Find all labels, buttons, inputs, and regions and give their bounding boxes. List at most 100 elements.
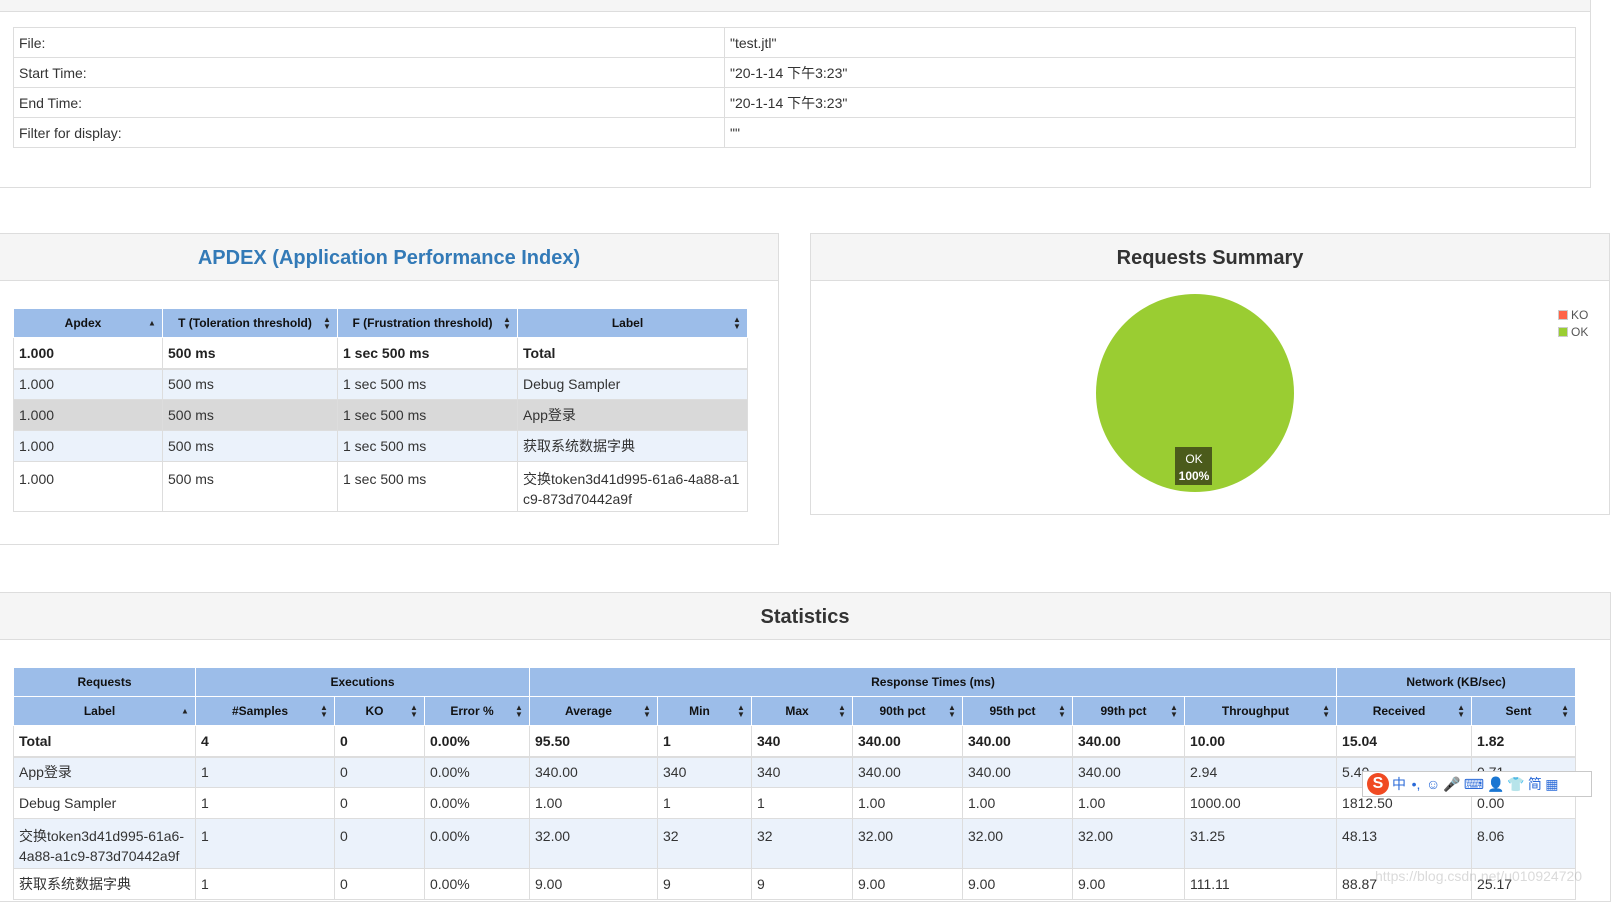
- legend-swatch-ok: [1558, 326, 1568, 337]
- requests-summary-title: Requests Summary: [811, 234, 1609, 281]
- apdex-title[interactable]: APDEX (Application Performance Index): [0, 234, 778, 281]
- stats-cell: 0: [334, 868, 425, 900]
- sort-both-icon: ▲ ▼: [948, 703, 956, 719]
- ime-menu-icon[interactable]: ▦: [1545, 776, 1559, 793]
- apdex-column-header[interactable]: Apdex ▲: [13, 308, 163, 338]
- ime-microphone-icon[interactable]: 🎤: [1443, 776, 1460, 793]
- stats-column-header-95th[interactable]: 95th pct ▲ ▼: [962, 696, 1073, 726]
- apdex-cell: 500 ms: [162, 430, 338, 462]
- statistics-title: Statistics: [0, 593, 1610, 640]
- ime-toolbar[interactable]: S 中 •, ☺ 🎤 ⌨ 👤 👕 简 ▦: [1362, 771, 1592, 797]
- frustration-column-header[interactable]: F (Frustration threshold) ▲ ▼: [337, 308, 518, 338]
- apdex-cell: 500 ms: [162, 368, 338, 400]
- sort-both-icon: ▲ ▼: [1170, 703, 1178, 719]
- statistics-body: Total 4 0 0.00% 95.50 1 340 340.00 340.0…: [13, 725, 1577, 900]
- stats-column-header-average[interactable]: Average ▲ ▼: [529, 696, 658, 726]
- table-row[interactable]: 1.000 500 ms 1 sec 500 ms 交换token3d41d99…: [13, 461, 748, 512]
- ime-punctuation-icon[interactable]: •,: [1409, 776, 1423, 792]
- stats-column-header-max[interactable]: Max ▲ ▼: [751, 696, 853, 726]
- info-label: File:: [13, 27, 725, 58]
- stats-cell: 9.00: [1072, 868, 1185, 900]
- ime-skin-icon[interactable]: 👕: [1507, 776, 1524, 793]
- stats-column-header-label[interactable]: Label ▲: [13, 696, 196, 726]
- info-value: "test.jtl": [724, 27, 1576, 58]
- stats-header-row: Label ▲ #Samples ▲ ▼ KO ▲ ▼ Error % ▲ ▼ Average…: [13, 696, 1577, 726]
- info-row-file: File: "test.jtl": [13, 27, 1576, 58]
- stats-cell: 1.00: [1072, 787, 1185, 819]
- stats-cell: 340: [751, 725, 853, 758]
- apdex-cell: 1.000: [13, 461, 163, 512]
- info-panel-heading: [0, 0, 1590, 12]
- sort-asc-icon: ▲: [181, 706, 189, 716]
- stats-column-header-90th[interactable]: 90th pct ▲ ▼: [852, 696, 963, 726]
- sogou-logo-icon[interactable]: S: [1367, 773, 1389, 795]
- stats-cell: 1: [195, 868, 335, 900]
- legend-label: OK: [1571, 324, 1589, 339]
- stats-cell: 111.11: [1183, 868, 1338, 900]
- stats-cell: 340.00: [529, 756, 658, 788]
- stats-column-header-sent[interactable]: Sent ▲ ▼: [1471, 696, 1577, 726]
- stats-column-header-min[interactable]: Min ▲ ▼: [657, 696, 752, 726]
- stats-column-header-99th[interactable]: 99th pct ▲ ▼: [1072, 696, 1185, 726]
- stats-cell: 32.00: [962, 818, 1073, 869]
- apdex-header-row: Apdex ▲ T (Toleration threshold) ▲ ▼ F (Fru…: [13, 308, 748, 338]
- stats-cell: 9.00: [962, 868, 1073, 900]
- ime-keyboard-icon[interactable]: ⌨: [1464, 776, 1484, 793]
- stats-cell: 1.00: [529, 787, 658, 819]
- stats-cell: 0.00%: [424, 818, 530, 869]
- stats-cell: 9: [751, 868, 853, 900]
- tolerance-column-header[interactable]: T (Toleration threshold) ▲ ▼: [162, 308, 338, 338]
- stats-cell: 9.00: [852, 868, 963, 900]
- ime-emoji-icon[interactable]: ☺: [1426, 776, 1440, 792]
- pie-label-percent: 100%: [1179, 469, 1210, 483]
- stats-cell: 9.00: [529, 868, 658, 900]
- ime-chinese-mode-button[interactable]: 中: [1392, 774, 1406, 794]
- stats-cell: 1.00: [962, 787, 1073, 819]
- stats-column-header-received[interactable]: Received ▲ ▼: [1336, 696, 1473, 726]
- stats-cell: 1: [657, 787, 752, 819]
- stats-cell: 340.00: [852, 725, 963, 758]
- stats-cell: 1.82: [1471, 725, 1577, 758]
- table-row[interactable]: 1.000 500 ms 1 sec 500 ms 获取系统数据字典: [13, 430, 748, 462]
- sort-both-icon: ▲ ▼: [1322, 703, 1330, 719]
- stats-column-header-error[interactable]: Error % ▲ ▼: [424, 696, 530, 726]
- pie-legend: KO OK: [1558, 306, 1588, 340]
- ime-user-icon[interactable]: 👤: [1487, 776, 1504, 793]
- ime-simplified-button[interactable]: 简: [1528, 774, 1542, 794]
- table-row[interactable]: 交换token3d41d995-61a6-4a88-a1c9-873d70442…: [13, 818, 1577, 869]
- stats-column-header-throughput[interactable]: Throughput ▲ ▼: [1183, 696, 1338, 726]
- stats-cell: 1: [195, 818, 335, 869]
- group-header-requests: Requests: [13, 667, 196, 697]
- stats-cell: 1: [751, 787, 853, 819]
- apdex-cell: 1.000: [13, 337, 163, 370]
- legend-item-ko[interactable]: KO: [1558, 306, 1588, 323]
- stats-cell: 340.00: [962, 756, 1073, 788]
- table-row[interactable]: App登录 1 0 0.00% 340.00 340 340 340.00 340.00 340.…: [13, 756, 1577, 788]
- table-row[interactable]: 1.000 500 ms 1 sec 500 ms App登录: [13, 399, 748, 431]
- sort-both-icon: ▲ ▼: [323, 315, 331, 331]
- stats-cell: 获取系统数据字典: [13, 868, 196, 900]
- group-header-executions: Executions: [195, 667, 530, 697]
- group-header-network: Network (KB/sec): [1336, 667, 1577, 697]
- sort-both-icon: ▲ ▼: [1561, 703, 1570, 719]
- stats-cell: 31.25: [1183, 818, 1338, 869]
- stats-cell: 1: [195, 787, 335, 819]
- label-column-header[interactable]: Label ▲ ▼: [517, 308, 748, 338]
- stats-cell: 8.06: [1471, 818, 1577, 869]
- legend-item-ok[interactable]: OK: [1558, 323, 1588, 340]
- apdex-cell: 1.000: [13, 430, 163, 462]
- stats-cell: 0: [334, 818, 425, 869]
- stats-group-header-row: Requests Executions Response Times (ms) …: [13, 667, 1577, 697]
- stats-cell: 340: [657, 756, 752, 788]
- table-row[interactable]: Debug Sampler 1 0 0.00% 1.00 1 1 1.00 1.00 1.00 10…: [13, 787, 1577, 819]
- table-row[interactable]: 获取系统数据字典 1 0 0.00% 9.00 9 9 9.00 9.00 9.00 111.11 8…: [13, 868, 1577, 900]
- legend-swatch-ko: [1558, 309, 1568, 320]
- stats-cell: 340.00: [852, 756, 963, 788]
- info-label: Filter for display:: [13, 117, 725, 148]
- info-row-start-time: Start Time: "20-1-14 下午3:23": [13, 57, 1576, 88]
- sort-both-icon: ▲ ▼: [320, 703, 328, 719]
- stats-column-header-ko[interactable]: KO ▲ ▼: [334, 696, 425, 726]
- sort-both-icon: ▲ ▼: [503, 315, 511, 331]
- stats-column-header-samples[interactable]: #Samples ▲ ▼: [195, 696, 335, 726]
- table-row[interactable]: 1.000 500 ms 1 sec 500 ms Debug Sampler: [13, 368, 748, 400]
